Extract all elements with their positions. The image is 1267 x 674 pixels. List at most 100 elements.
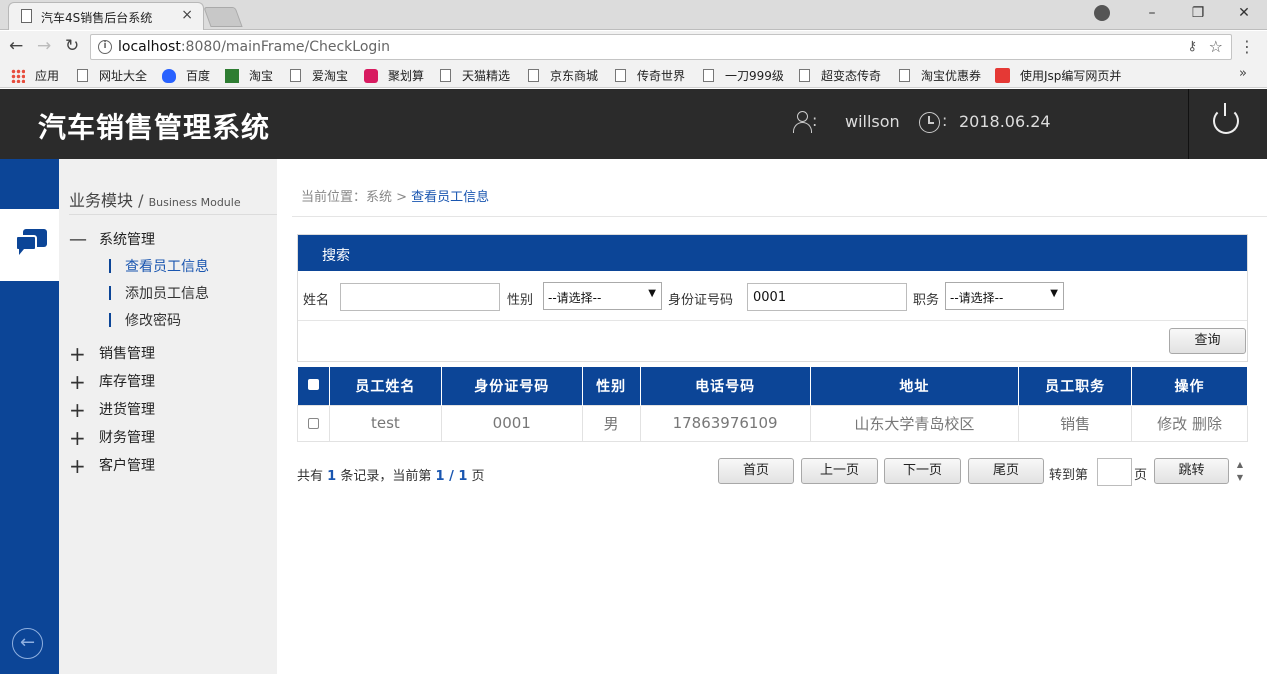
- column-header: 电话号码: [640, 367, 811, 405]
- sidebar-menu: 业务模块 / Business Module — 系统管理 查看员工信息 添加员工…: [59, 159, 277, 674]
- page-icon: [21, 9, 32, 23]
- bookmark-item[interactable]: 使用Jsp编写网页并: [995, 67, 1121, 84]
- module-title-cn: 业务模块: [69, 191, 134, 210]
- url-path: :8080/mainFrame/CheckLogin: [180, 39, 391, 55]
- spin-up-icon[interactable]: ▲: [1237, 460, 1243, 469]
- expand-plus-icon: +: [69, 370, 86, 394]
- submenu-change-password[interactable]: 修改密码: [109, 310, 181, 330]
- collapse-back-icon[interactable]: ←: [12, 628, 43, 659]
- query-button[interactable]: 查询: [1169, 328, 1246, 354]
- first-page-button[interactable]: 首页: [718, 458, 794, 484]
- dropdown-arrow-icon: ▼: [648, 288, 656, 299]
- info-icon[interactable]: i: [98, 40, 112, 54]
- menu-group-system[interactable]: — 系统管理: [69, 229, 155, 249]
- window-controls: – ❐ ✕: [1129, 0, 1267, 28]
- baidu-icon: [162, 68, 176, 83]
- date-colon: :: [942, 111, 948, 130]
- submenu-label: 查看员工信息: [125, 259, 209, 275]
- column-header: 员工姓名: [329, 367, 442, 405]
- new-tab-button[interactable]: [203, 7, 243, 27]
- select-all-cell[interactable]: [297, 367, 330, 405]
- restore-icon[interactable]: ❐: [1175, 0, 1221, 28]
- tab-title: 汽车4S销售后台系统: [41, 11, 153, 25]
- bookmark-label: 爱淘宝: [312, 69, 349, 83]
- bookmark-label: 一刀999级: [725, 69, 784, 83]
- apps-icon: [11, 68, 25, 83]
- search-panel-header: 搜索: [298, 235, 1247, 271]
- bookmark-item[interactable]: 天猫精选: [440, 67, 510, 84]
- position-selected-value: --请选择--: [950, 291, 1004, 305]
- browser-menu-icon[interactable]: ⋮: [1239, 37, 1255, 56]
- jump-button[interactable]: 跳转: [1154, 458, 1229, 484]
- position-select[interactable]: --请选择-- ▼: [945, 282, 1064, 310]
- menu-group-sales[interactable]: + 销售管理: [69, 343, 155, 364]
- cell-position: 销售: [1018, 404, 1133, 442]
- expand-plus-icon: +: [69, 426, 86, 450]
- select-all-checkbox[interactable]: [307, 378, 319, 390]
- divider: [292, 216, 1267, 217]
- bookmark-item[interactable]: 网址大全: [77, 67, 147, 84]
- submenu-add-employee[interactable]: 添加员工信息: [109, 283, 209, 303]
- cell-name: test: [328, 404, 442, 442]
- bookmark-star-icon[interactable]: ☆: [1209, 37, 1223, 56]
- bookmark-item[interactable]: 一刀999级: [703, 67, 784, 84]
- forward-arrow-icon[interactable]: →: [37, 36, 51, 56]
- next-page-button[interactable]: 下一页: [884, 458, 961, 484]
- last-page-button[interactable]: 尾页: [968, 458, 1044, 484]
- chat-icon: [15, 229, 47, 257]
- bookmark-item[interactable]: 京东商城: [528, 67, 598, 84]
- submenu-view-employees[interactable]: 查看员工信息: [109, 256, 209, 276]
- tab-close-icon[interactable]: ×: [181, 7, 193, 23]
- bookmark-item[interactable]: 百度: [162, 67, 210, 84]
- summary-text: 条记录，当前第: [340, 469, 432, 484]
- breadcrumb-current[interactable]: 查看员工信息: [411, 190, 489, 205]
- delete-link[interactable]: 删除: [1192, 415, 1222, 433]
- page-icon: [290, 69, 301, 82]
- id-input[interactable]: [747, 283, 907, 311]
- cell-address: 山东大学青岛校区: [809, 404, 1020, 442]
- edit-link[interactable]: 修改: [1157, 415, 1187, 433]
- app-title: 汽车销售管理系统: [38, 111, 271, 144]
- page-number-input[interactable]: [1097, 458, 1132, 486]
- bookmark-item[interactable]: 爱淘宝: [290, 67, 348, 84]
- back-arrow-icon[interactable]: ←: [9, 36, 23, 56]
- minimize-icon[interactable]: –: [1129, 0, 1175, 28]
- bookmark-item[interactable]: 淘宝优惠券: [899, 67, 981, 84]
- gender-select[interactable]: --请选择-- ▼: [543, 282, 662, 310]
- bookmark-item[interactable]: 超变态传奇: [799, 67, 881, 84]
- key-icon[interactable]: ⚷: [1187, 39, 1197, 54]
- power-icon[interactable]: [1213, 103, 1239, 134]
- menu-group-finance[interactable]: + 财务管理: [69, 426, 155, 450]
- ju-icon: [364, 68, 378, 83]
- bookmark-item[interactable]: 聚划算: [364, 67, 424, 84]
- search-fields: 姓名 性别 --请选择-- ▼ 身份证号码 职务 --请选择-- ▼: [298, 271, 1247, 321]
- rail-item-business[interactable]: [0, 209, 59, 281]
- cell-gender: 男: [581, 404, 641, 442]
- page-icon: [703, 69, 714, 82]
- browser-tab[interactable]: 汽车4S销售后台系统 ×: [8, 2, 204, 30]
- menu-group-purchase[interactable]: + 进货管理: [69, 399, 155, 420]
- id-label: 身份证号码: [668, 293, 734, 308]
- menu-group-inventory[interactable]: + 库存管理: [69, 370, 155, 394]
- close-window-icon[interactable]: ✕: [1221, 0, 1267, 28]
- gender-label: 性别: [507, 293, 534, 308]
- menu-group-customer[interactable]: + 客户管理: [69, 455, 155, 476]
- spin-down-icon[interactable]: ▼: [1237, 473, 1243, 482]
- prev-page-button[interactable]: 上一页: [801, 458, 878, 484]
- profile-icon[interactable]: [1094, 5, 1110, 21]
- module-title: 业务模块 / Business Module: [69, 187, 241, 211]
- bookmarks-more-icon[interactable]: »: [1239, 66, 1247, 81]
- name-input[interactable]: [340, 283, 500, 311]
- page-spinner[interactable]: ▲ ▼: [1233, 458, 1247, 486]
- search-panel-title: 搜索: [322, 248, 350, 264]
- module-title-slash: /: [138, 191, 144, 210]
- address-bar[interactable]: i localhost:8080/mainFrame/CheckLogin ⚷ …: [90, 34, 1232, 60]
- page-suffix-label: 页: [1134, 468, 1148, 483]
- username: willson: [845, 112, 900, 131]
- bookmark-item[interactable]: 应用: [11, 67, 59, 84]
- bookmark-item[interactable]: 淘宝: [225, 67, 273, 84]
- bookmark-item[interactable]: 传奇世界: [615, 67, 685, 84]
- row-checkbox[interactable]: [307, 418, 319, 429]
- app-header: 汽车销售管理系统 : willson : 2018.06.24: [0, 89, 1267, 159]
- reload-icon[interactable]: ↻: [65, 36, 79, 56]
